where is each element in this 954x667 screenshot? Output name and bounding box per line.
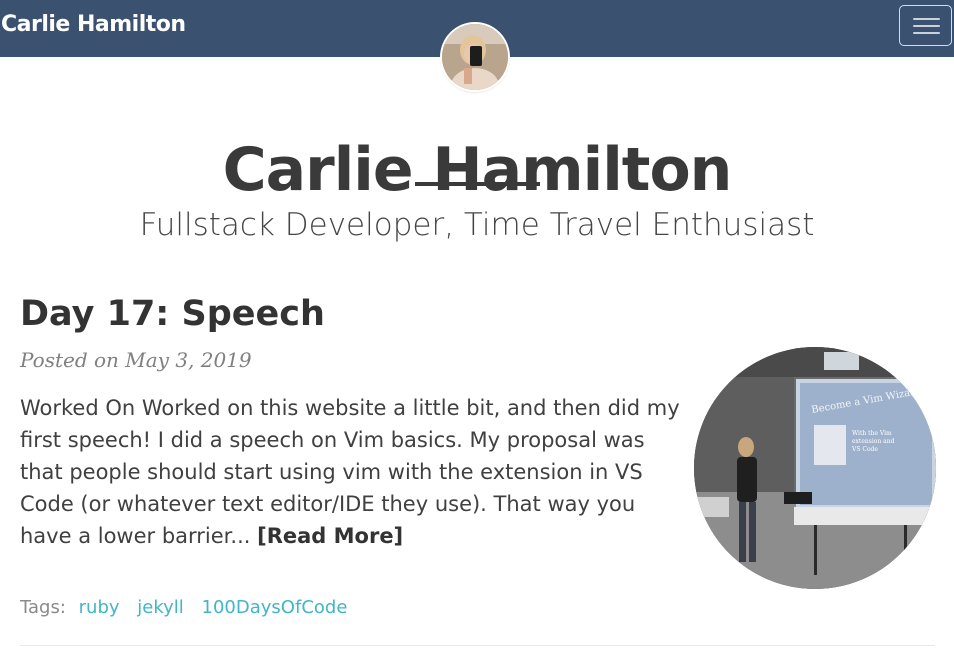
- post-excerpt: Worked On Worked on this website a littl…: [20, 392, 692, 552]
- profile-photo-image: [442, 24, 508, 90]
- read-more-link[interactable]: [Read More]: [257, 524, 403, 548]
- hamburger-menu-icon: [913, 18, 940, 20]
- navbar-brand[interactable]: Carlie Hamilton: [1, 12, 186, 37]
- page: Carlie Hamilton Carlie Hamilton Fullstac…: [0, 0, 954, 667]
- hamburger-menu-icon-bar: [913, 25, 940, 27]
- avatar[interactable]: [442, 24, 508, 90]
- post-thumbnail[interactable]: Become a Vim Wizard With the Vim extensi…: [694, 347, 936, 589]
- hamburger-menu-icon-bar: [913, 32, 940, 34]
- menu-toggle-button[interactable]: [899, 5, 952, 46]
- post-thumbnail-image: Become a Vim Wizard With the Vim extensi…: [694, 347, 936, 589]
- post-divider: [20, 645, 935, 646]
- slide-body-text: VS Code: [851, 446, 878, 453]
- tags-label: Tags:: [20, 597, 66, 618]
- site-tagline: Fullstack Developer, Time Travel Enthusi…: [139, 207, 815, 243]
- tag-link-ruby[interactable]: ruby: [79, 597, 120, 618]
- post-date: Posted on May 3, 2019: [20, 348, 252, 372]
- site-title: Carlie Hamilton: [222, 135, 733, 206]
- post-tags: Tags: ruby jekyll 100DaysOfCode: [20, 595, 359, 621]
- slide-body-text: With the Vim: [852, 430, 892, 437]
- title-divider: [415, 182, 540, 186]
- tag-link-jekyll[interactable]: jekyll: [137, 597, 184, 618]
- tag-link-100daysofcode[interactable]: 100DaysOfCode: [202, 597, 348, 618]
- post-title-link[interactable]: Day 17: Speech: [20, 290, 325, 338]
- slide-body-text: extension and: [852, 438, 895, 445]
